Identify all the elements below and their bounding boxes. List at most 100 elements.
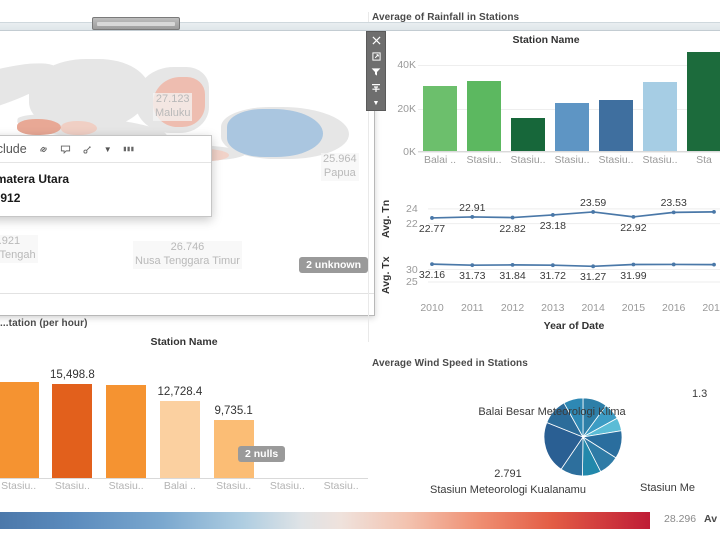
sunshine-plot-area[interactable]: 16,017.215,498.812,728.49,735.1 [0,369,368,479]
year-tick: 2011 [460,302,484,314]
more-icon[interactable]: ▼ [369,97,383,110]
tooltip-body: ce Name: Sumatera Utara avg: 26.912 [0,163,211,216]
bar[interactable] [159,401,200,479]
mark-label-icon[interactable] [82,144,93,155]
y-tick: 25 [406,276,418,288]
bar-value-label: 15,498.8 [49,369,95,382]
rainfall-x-tick: Stasiu.. [642,154,678,166]
table-row[interactable] [687,52,720,152]
province-patch-selected[interactable] [227,109,323,157]
data-point-label: 31.27 [580,271,607,284]
unknown-count-badge[interactable]: 2 unknown [299,257,368,273]
province-patch[interactable] [17,119,61,135]
table-row[interactable] [555,52,589,152]
bar[interactable] [423,85,457,152]
data-point-label: 31.99 [620,269,647,282]
rainfall-y-tick: 40K [397,59,416,72]
close-icon[interactable] [369,34,383,47]
bar[interactable] [555,102,589,152]
rainfall-x-tick: Balai .. [423,154,457,166]
avg-tx-row: Avg. Tx 25 30 32.16 31.73 31.84 31.72 31.27 31.… [372,246,720,302]
rainfall-x-axis-title: Station Name [512,34,580,46]
table-row[interactable] [643,52,677,152]
data-point-label: 31.84 [499,269,526,282]
tooltip-value: Sumatera Utara [0,172,70,186]
color-legend-ramp[interactable] [0,512,650,529]
table-row[interactable] [0,374,39,479]
bar-value-label: 12,728.4 [157,386,203,399]
pie-value-label: 1.3 [692,388,708,400]
sunshine-x-tick: Stasiu.. [54,480,90,492]
sunshine-bar-chart: ...tation (per hour) Station Name 16,017… [0,318,368,503]
year-tick: 2015 [621,302,646,314]
bar[interactable] [643,81,677,152]
bar-value-label: 9,735.1 [214,404,253,417]
tooltip-icon[interactable] [60,144,71,155]
tooltip-row: ce Name: Sumatera Utara [0,170,201,189]
gridline [418,152,720,153]
viz-toolbar[interactable]: ▼ [366,31,386,111]
year-tick: 2010 [420,302,444,314]
year-axis-title: Year of Date [543,320,605,332]
data-point-label: 22.77 [418,222,446,235]
sunshine-x-axis: .. Stasiu..Stasiu..Stasiu..Stasiu..Balai… [0,480,368,496]
sunshine-x-tick: Stasiu.. [108,480,144,492]
data-point-label: 22.92 [620,221,647,234]
map-footer: ...ap [0,293,374,315]
y-tick: 22 [406,217,418,230]
dashboard-root: ...vince 26.689 27.123 [0,0,720,540]
province-patch[interactable] [61,121,97,135]
sunshine-x-tick: Stasiu.. [216,480,252,492]
table-row[interactable] [106,374,146,479]
table-row[interactable] [423,52,457,152]
window-drag-strip[interactable] [0,17,720,31]
sunshine-x-axis-title: Station Name [150,336,218,348]
table-row[interactable] [52,374,93,479]
bar[interactable] [511,117,545,152]
group-icon[interactable] [38,144,49,155]
nulls-count-badge[interactable]: 2 nulls [238,446,286,462]
data-point-label: 23.53 [660,197,687,210]
sort-icon[interactable] [369,81,383,94]
avg-tx-plot[interactable]: 25 30 32.16 31.73 31.84 31.72 31.27 31.99 [406,246,720,302]
year-tick: 2017 [702,302,720,314]
tooltip-toolbar[interactable]: p Only ⊘ Exclude ▼ [0,136,211,163]
y-tick: 24 [406,202,418,215]
bar[interactable] [467,81,501,152]
bar[interactable] [687,52,720,152]
view-data-icon[interactable] [123,144,135,154]
bar[interactable] [106,384,146,479]
rainfall-x-tick: Sta [696,154,712,166]
data-point-label: 23.59 [580,196,607,209]
exclude-button[interactable]: ⊘ Exclude [0,142,27,156]
year-tick: 2016 [662,302,686,314]
sunshine-x-tick: Stasiu.. [323,480,359,492]
chevron-down-icon[interactable]: ▼ [104,145,112,154]
sunshine-x-tick: Balai .. [163,480,196,492]
bar[interactable] [599,100,633,152]
table-row[interactable] [467,52,501,152]
window-drag-handle[interactable] [92,17,180,30]
rainfall-y-tick: 0K [403,146,416,158]
temperature-line-charts: Avg. Tn 22 24 22.77 22.91 22.82 23.18 23.59 22.… [372,190,720,338]
year-axis: 2010 2011 2012 2013 2014 2015 2016 2017 [420,302,720,318]
table-row[interactable] [511,52,545,152]
avg-tn-plot[interactable]: 22 24 22.77 22.91 22.82 23.18 23.59 22.92 23.53 [406,190,720,246]
table-row[interactable] [213,374,254,479]
rainfall-x-axis: Balai .. Stasiu.. Stasiu.. Stasiu.. Stasiu..… [418,154,720,170]
bar[interactable] [0,381,39,479]
filter-icon[interactable] [369,66,383,79]
mark-tooltip[interactable]: p Only ⊘ Exclude ▼ ce Name: Suma [0,135,212,218]
popout-icon[interactable] [369,50,383,63]
rainfall-plot-area[interactable] [418,52,720,153]
wind-speed-pie-section: Average Wind Speed in Stations 1.3 Balai… [372,358,720,508]
color-legend-caption: Av [704,513,718,525]
tooltip-row: avg: 26.912 [0,189,201,208]
rainfall-y-tick: 20K [397,102,416,115]
color-legend[interactable]: 28.296 Av [0,508,720,532]
bar[interactable] [52,384,93,479]
avg-tn-axis-title: Avg. Tn [380,199,392,238]
table-row[interactable] [599,52,633,152]
wind-speed-chart-title: Average Wind Speed in Stations [372,358,528,369]
avg-tn-row: Avg. Tn 22 24 22.77 22.91 22.82 23.18 23.59 22.… [372,190,720,246]
